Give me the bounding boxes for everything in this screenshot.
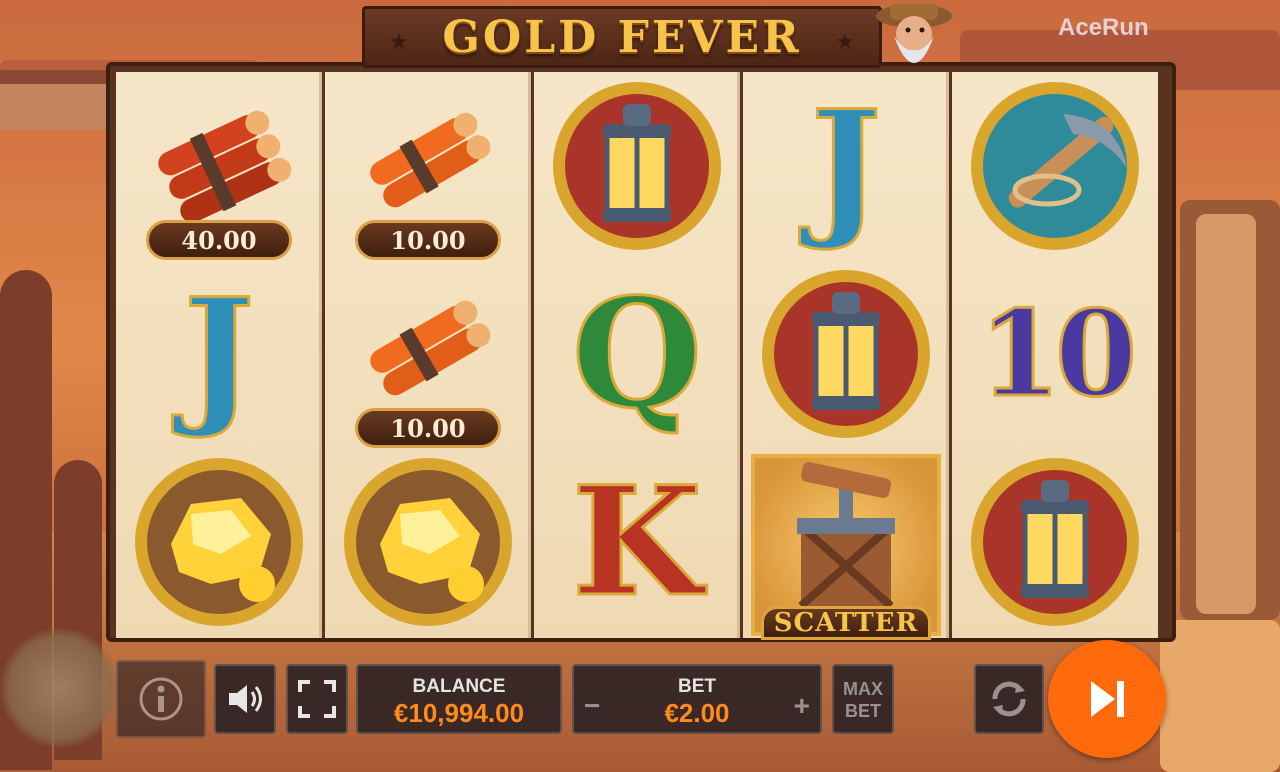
lantern-icon — [553, 82, 721, 250]
lantern-icon — [762, 270, 930, 438]
speaker-icon — [229, 685, 262, 713]
bet-label: BET — [678, 676, 716, 697]
reel-5: 10 — [952, 72, 1158, 638]
sound-button[interactable] — [214, 664, 276, 734]
dynamite-icon — [158, 110, 292, 223]
detonator-icon — [797, 461, 895, 609]
symbol-letter-j: J — [182, 266, 256, 442]
spin-button[interactable] — [1048, 640, 1166, 758]
max-bet-button[interactable]: MAX BET — [832, 664, 894, 734]
symbol-scatter: SCATTER — [743, 448, 949, 640]
symbol-lantern — [534, 72, 740, 260]
balance-label: BALANCE — [412, 676, 506, 697]
symbol-dynamite: 10.00 — [325, 260, 531, 448]
balance-display: BALANCE €10,994.00 — [356, 664, 562, 734]
scatter-label: SCATTER — [761, 606, 931, 640]
star-icon: ★ — [389, 29, 409, 54]
symbol-letter-k: K — [570, 454, 703, 630]
symbol-gold-nugget — [325, 448, 531, 636]
win-amount-label: 10.00 — [355, 408, 501, 448]
info-icon — [139, 677, 183, 721]
bet-selector: − BET €2.00 + — [572, 664, 822, 734]
symbol-letter-q: Q — [570, 266, 704, 442]
win-amount-label: 10.00 — [355, 220, 501, 260]
fullscreen-icon — [298, 680, 336, 718]
reel-3: Q K — [534, 72, 740, 638]
autoplay-button[interactable] — [974, 664, 1044, 734]
background-house — [0, 70, 110, 130]
win-amount-label: 40.00 — [146, 220, 292, 260]
bet-increase-button[interactable]: + — [794, 690, 810, 722]
symbol-pickaxe — [952, 72, 1158, 260]
game-title: GOLD FEVER — [442, 11, 802, 63]
tumbleweed — [0, 628, 120, 748]
dynamite-icon — [370, 112, 491, 208]
skip-forward-icon — [1091, 681, 1124, 717]
bet-value: €2.00 — [664, 698, 730, 728]
symbol-lantern — [952, 448, 1158, 636]
gold-nugget-icon — [135, 458, 303, 626]
symbol-dynamite: 40.00 — [116, 72, 322, 260]
autoplay-icon — [992, 681, 1026, 717]
bet-decrease-button[interactable]: − — [584, 690, 600, 722]
balance-value: €10,994.00 — [393, 698, 525, 728]
symbol-number-10: 10 — [977, 284, 1138, 423]
reel-2: 10.00 10.00 — [325, 72, 531, 638]
reels-frame: 40.00 J 10.00 10.00 Q K J SCATTER 10 — [106, 62, 1176, 642]
reel-1: 40.00 J — [116, 72, 322, 638]
pickaxe-icon — [971, 82, 1139, 250]
star-icon: ★ — [835, 29, 855, 54]
gold-nugget-icon — [344, 458, 512, 626]
game-title-sign: ★ GOLD FEVER ★ — [362, 6, 882, 68]
symbol-lantern — [743, 260, 949, 448]
symbol-letter-j: J — [809, 78, 883, 254]
reel-4: J SCATTER — [743, 72, 949, 640]
dynamite-icon — [370, 300, 491, 396]
fullscreen-button[interactable] — [286, 664, 348, 734]
lantern-icon — [971, 458, 1139, 626]
symbol-dynamite: 10.00 — [325, 72, 531, 260]
symbol-gold-nugget — [116, 448, 322, 636]
info-button[interactable] — [116, 660, 206, 738]
prospector-mascot — [876, 4, 952, 63]
provider-logo: AceRun — [1058, 14, 1149, 41]
